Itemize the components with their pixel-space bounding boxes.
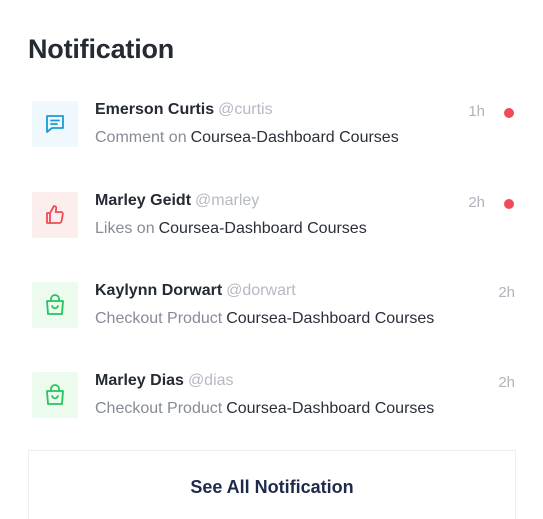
notification-time: 1h: [468, 103, 485, 120]
notification-time: 2h: [498, 284, 515, 301]
notification-user-name[interactable]: Marley Dias: [95, 372, 184, 389]
notification-user-handle: @curtis: [218, 101, 273, 118]
notification-user-name[interactable]: Kaylynn Dorwart: [95, 282, 222, 299]
notification-user-handle: @dorwart: [226, 282, 296, 299]
comment-icon: [32, 101, 78, 147]
notification-item[interactable]: Emerson Curtis @curtis Comment on Coursea-…: [0, 97, 543, 167]
unread-dot: [504, 108, 514, 118]
notification-user-name[interactable]: Marley Geidt: [95, 192, 191, 209]
notification-user-handle: @marley: [195, 192, 260, 209]
notification-time: 2h: [498, 374, 515, 391]
notification-target[interactable]: Coursea-Dashboard Courses: [159, 220, 367, 237]
thumbs-up-icon: [32, 192, 78, 238]
see-all-label: See All Notification: [190, 477, 354, 497]
notification-action: Checkout Product: [95, 310, 223, 327]
notification-user-name[interactable]: Emerson Curtis: [95, 101, 214, 118]
notification-action: Likes on: [95, 220, 155, 237]
notification-item[interactable]: Kaylynn Dorwart @dorwart Checkout Product…: [0, 278, 543, 348]
notification-target[interactable]: Coursea-Dashboard Courses: [191, 129, 399, 146]
notification-user-handle: @dias: [187, 372, 234, 389]
notification-target[interactable]: Coursea-Dashboard Courses: [226, 400, 434, 417]
notification-item[interactable]: Marley Dias @dias Checkout Product Coursea…: [0, 368, 543, 438]
notification-panel: Notification Emerson Curtis @curtis Comme…: [0, 0, 543, 519]
unread-dot: [504, 199, 514, 209]
notification-action: Comment on: [95, 129, 187, 146]
shopping-bag-icon: [32, 282, 78, 328]
notification-item[interactable]: Marley Geidt @marley Likes on Coursea-Dash…: [0, 188, 543, 258]
shopping-bag-icon: [32, 372, 78, 418]
see-all-notifications-button[interactable]: See All Notification: [28, 450, 516, 519]
notification-action: Checkout Product: [95, 400, 223, 417]
panel-title: Notification: [28, 34, 175, 64]
notification-target[interactable]: Coursea-Dashboard Courses: [226, 310, 434, 327]
notification-time: 2h: [468, 194, 485, 211]
